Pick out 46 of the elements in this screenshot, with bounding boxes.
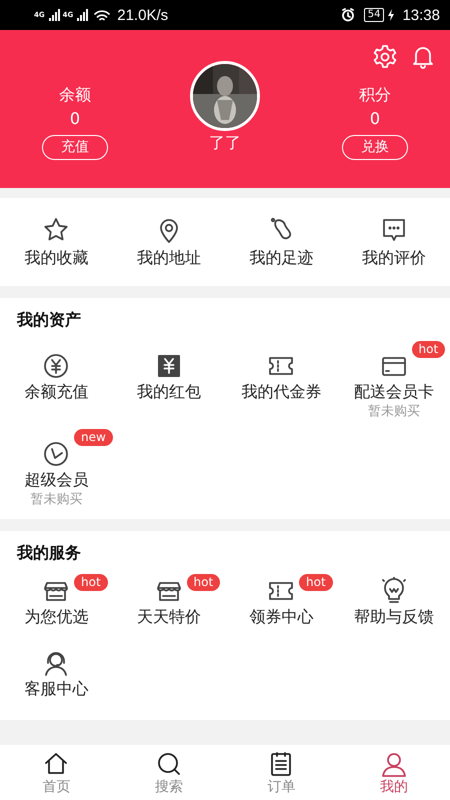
badge: hot <box>299 574 333 591</box>
menu-item[interactable]: hot 领券中心 <box>225 572 338 644</box>
battery-level: 54 <box>364 8 384 22</box>
network-speed: 21.0K/s <box>117 6 168 24</box>
menu-item[interactable]: hot 为您优选 <box>0 572 112 644</box>
quick-link[interactable]: 我的地址 <box>112 216 225 268</box>
tab[interactable]: 首页 <box>0 745 112 800</box>
bell-icon <box>410 44 436 70</box>
alarm-icon <box>340 8 355 22</box>
tab[interactable]: 搜索 <box>112 745 225 800</box>
badge: hot <box>186 574 220 591</box>
signal-icon <box>48 9 60 21</box>
settings-icon <box>372 44 398 70</box>
menu-item[interactable]: 我的代金券 <box>225 339 338 427</box>
menu-item[interactable]: new 超级会员 暂未购买 <box>0 427 112 515</box>
section-title: 我的服务 <box>16 542 82 564</box>
wifi-icon <box>94 9 110 21</box>
menu-item[interactable]: hot 配送会员卡 暂未购买 <box>338 339 450 427</box>
star-icon <box>42 216 70 244</box>
tab[interactable]: 订单 <box>225 745 338 800</box>
section-title: 我的资产 <box>16 309 82 331</box>
lightbulb-icon <box>380 577 408 605</box>
badge: hot <box>74 574 108 591</box>
badge: hot <box>412 341 446 358</box>
yuan-coin-icon <box>42 352 70 380</box>
pill-button[interactable]: 充值 <box>42 134 108 160</box>
quick-link[interactable]: 我的收藏 <box>0 216 112 268</box>
menu-item[interactable]: 客服中心 <box>0 644 112 716</box>
pill-button[interactable]: 兑换 <box>342 134 408 160</box>
menu-item[interactable]: 余额充值 <box>0 339 112 427</box>
menu-item[interactable]: hot 天天特价 <box>112 572 225 644</box>
stat-value: 0 <box>70 108 80 130</box>
stat-value: 0 <box>370 108 380 130</box>
quick-link[interactable]: 我的评价 <box>338 216 450 268</box>
clock: 13:38 <box>402 6 440 24</box>
stat-label: 积分 <box>359 84 391 106</box>
charging-icon <box>387 9 396 21</box>
clock-check-icon <box>42 440 70 468</box>
signal-icon <box>76 9 88 21</box>
menu-item[interactable]: 帮助与反馈 <box>338 572 450 644</box>
tab[interactable]: 我的 <box>338 745 450 800</box>
user-name: 了了 <box>209 132 241 154</box>
stat-label: 余额 <box>59 84 91 106</box>
badge: new <box>74 429 113 446</box>
menu-item[interactable]: 我的红包 <box>112 339 225 427</box>
quick-link[interactable]: 我的足迹 <box>225 216 338 268</box>
